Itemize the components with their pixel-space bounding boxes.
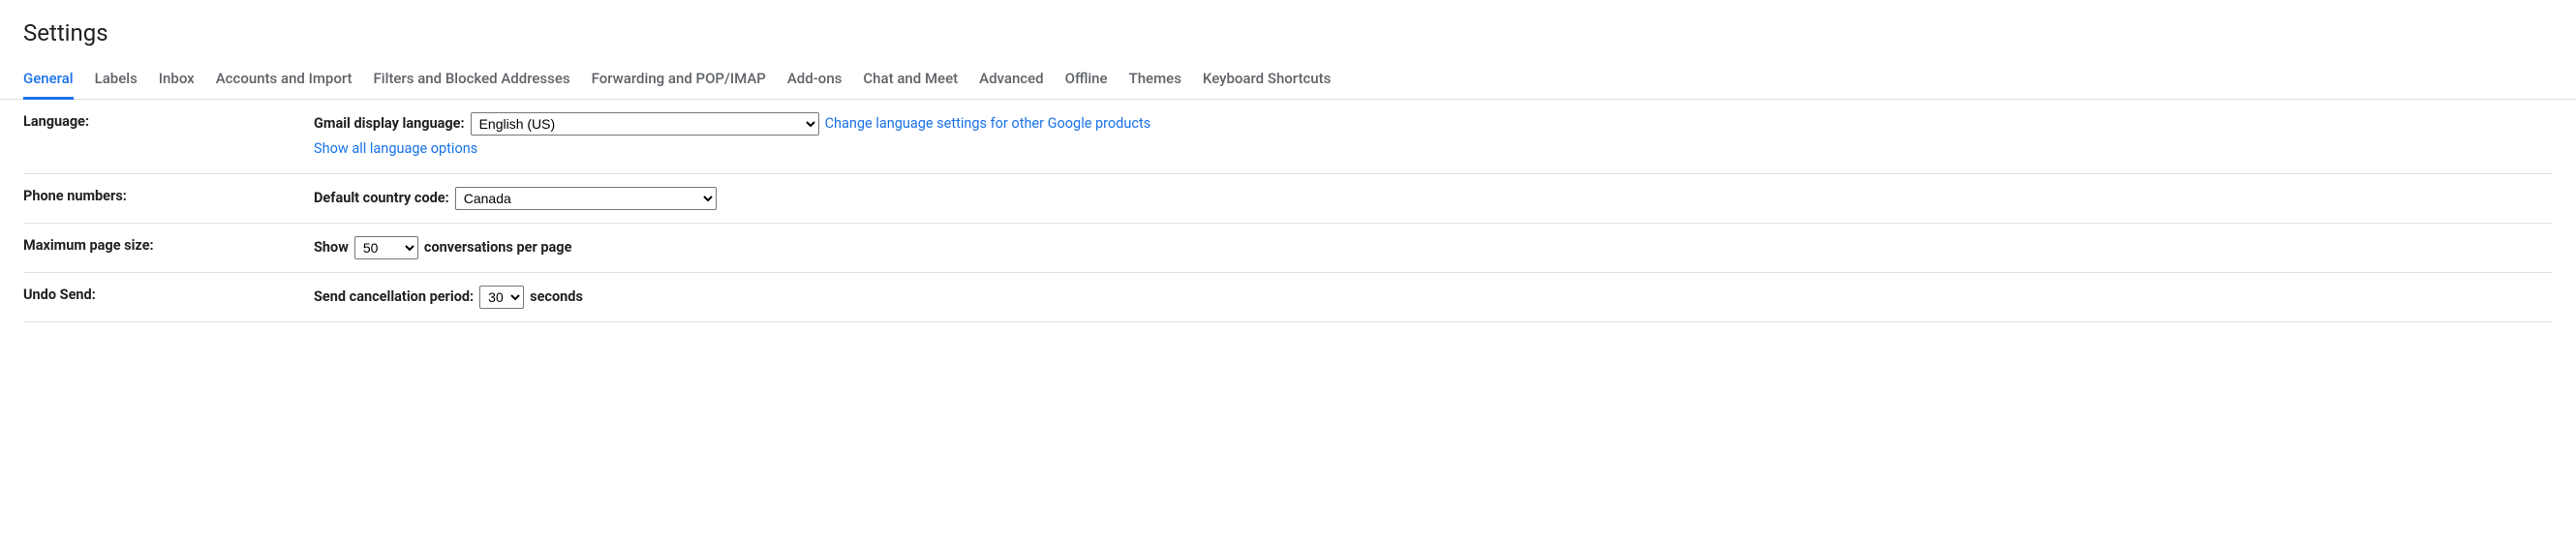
show-all-language-options-link[interactable]: Show all language options	[314, 140, 477, 157]
setting-label-undo: Undo Send:	[23, 285, 314, 303]
display-language-select[interactable]: English (US)	[471, 112, 819, 136]
undo-prefix: Send cancellation period:	[314, 285, 474, 310]
setting-row-undo: Undo Send: Send cancellation period: 30 …	[23, 273, 2553, 322]
tab-advanced[interactable]: Advanced	[979, 60, 1043, 99]
page-title: Settings	[0, 0, 2576, 60]
tab-inbox[interactable]: Inbox	[159, 60, 195, 99]
undo-suffix: seconds	[530, 285, 583, 310]
setting-label-language: Language:	[23, 111, 314, 130]
tab-filters-blocked[interactable]: Filters and Blocked Addresses	[374, 60, 570, 99]
page-size-suffix: conversations per page	[424, 235, 572, 260]
default-country-code-select[interactable]: Canada	[455, 187, 717, 210]
setting-label-pagesize: Maximum page size:	[23, 235, 314, 254]
tab-keyboard-shortcuts[interactable]: Keyboard Shortcuts	[1203, 60, 1331, 99]
display-language-label: Gmail display language:	[314, 111, 465, 136]
tab-addons[interactable]: Add-ons	[787, 60, 843, 99]
tab-general[interactable]: General	[23, 60, 74, 100]
change-language-link[interactable]: Change language settings for other Googl…	[825, 111, 1151, 136]
default-country-code-label: Default country code:	[314, 186, 449, 211]
settings-tabs: General Labels Inbox Accounts and Import…	[0, 60, 2576, 100]
setting-row-pagesize: Maximum page size: Show 50 conversations…	[23, 224, 2553, 273]
setting-label-phone: Phone numbers:	[23, 186, 314, 204]
undo-period-select[interactable]: 30	[479, 286, 524, 309]
tab-accounts-import[interactable]: Accounts and Import	[216, 60, 353, 99]
setting-row-language: Language: Gmail display language: Englis…	[23, 100, 2553, 174]
tab-labels[interactable]: Labels	[95, 60, 138, 99]
page-size-select[interactable]: 50	[354, 236, 418, 259]
tab-forwarding-pop-imap[interactable]: Forwarding and POP/IMAP	[592, 60, 766, 99]
tab-themes[interactable]: Themes	[1129, 60, 1181, 99]
page-size-prefix: Show	[314, 235, 349, 260]
setting-row-phone: Phone numbers: Default country code: Can…	[23, 174, 2553, 224]
tab-offline[interactable]: Offline	[1065, 60, 1108, 99]
tab-chat-meet[interactable]: Chat and Meet	[863, 60, 958, 99]
